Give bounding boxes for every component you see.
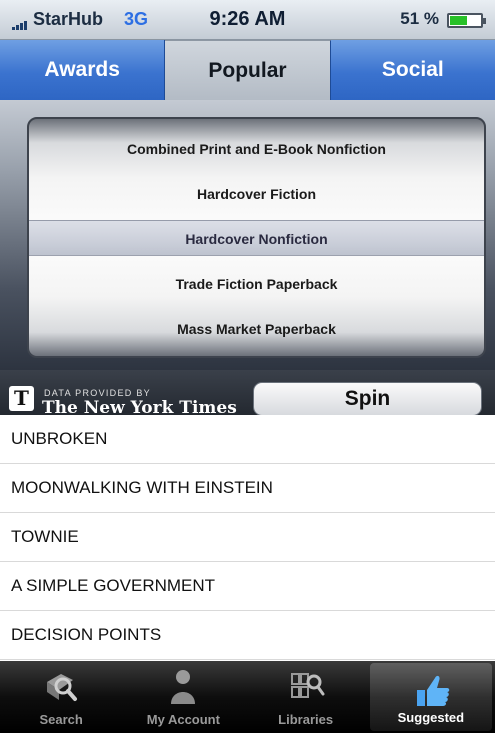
tabbar-item-search[interactable]: Search [0,661,122,733]
list-item[interactable]: MOONWALKING WITH EINSTEIN [0,464,495,513]
list-item[interactable]: A SIMPLE GOVERNMENT [0,562,495,611]
spin-button[interactable]: Spin [253,382,482,416]
tab-social[interactable]: Social [330,40,495,100]
library-search-icon [290,673,325,698]
list-item[interactable]: DECISION POINTS [0,611,495,660]
tabbar-label: Suggested [397,710,465,725]
tabbar-item-suggested[interactable]: Suggested [369,663,492,731]
tabbar-label: Libraries [278,712,334,727]
person-icon [171,670,196,704]
battery-icon [447,13,486,28]
tabbar-label: Search [39,712,83,727]
nyt-logo-icon: T [9,386,34,411]
thumbs-up-icon [416,675,450,706]
picker-option[interactable]: Combined Print and E-Book Nonfiction [29,141,484,157]
list-item[interactable]: UNBROKEN [0,415,495,464]
list-picker-wheel[interactable]: Combined Print and E-Book Nonfiction Har… [27,117,486,358]
picker-option[interactable]: Trade Fiction Paperback [29,276,484,292]
category-tabs: Awards Popular Social [0,40,495,100]
tab-popular[interactable]: Popular [165,40,331,100]
tabbar-item-my-account[interactable]: My Account [122,661,244,733]
picker-option-selected[interactable]: Hardcover Nonfiction [29,231,484,247]
tabbar-item-libraries[interactable]: Libraries [245,661,367,733]
tab-awards[interactable]: Awards [0,40,166,100]
status-bar: StarHub 3G 9:26 AM 51 % [0,0,495,40]
data-provided-label: DATA PROVIDED BY [44,388,151,398]
bottom-tab-bar: Search My Account Libraries Suggested [0,661,495,733]
picker-option[interactable]: Mass Market Paperback [29,321,484,337]
picker-option[interactable]: Hardcover Fiction [29,186,484,202]
battery-percentage: 51 % [400,9,439,28]
book-list: UNBROKEN MOONWALKING WITH EINSTEIN TOWNI… [0,415,495,660]
search-book-icon [47,674,78,701]
list-item[interactable]: TOWNIE [0,513,495,562]
tabbar-label: My Account [146,712,220,727]
